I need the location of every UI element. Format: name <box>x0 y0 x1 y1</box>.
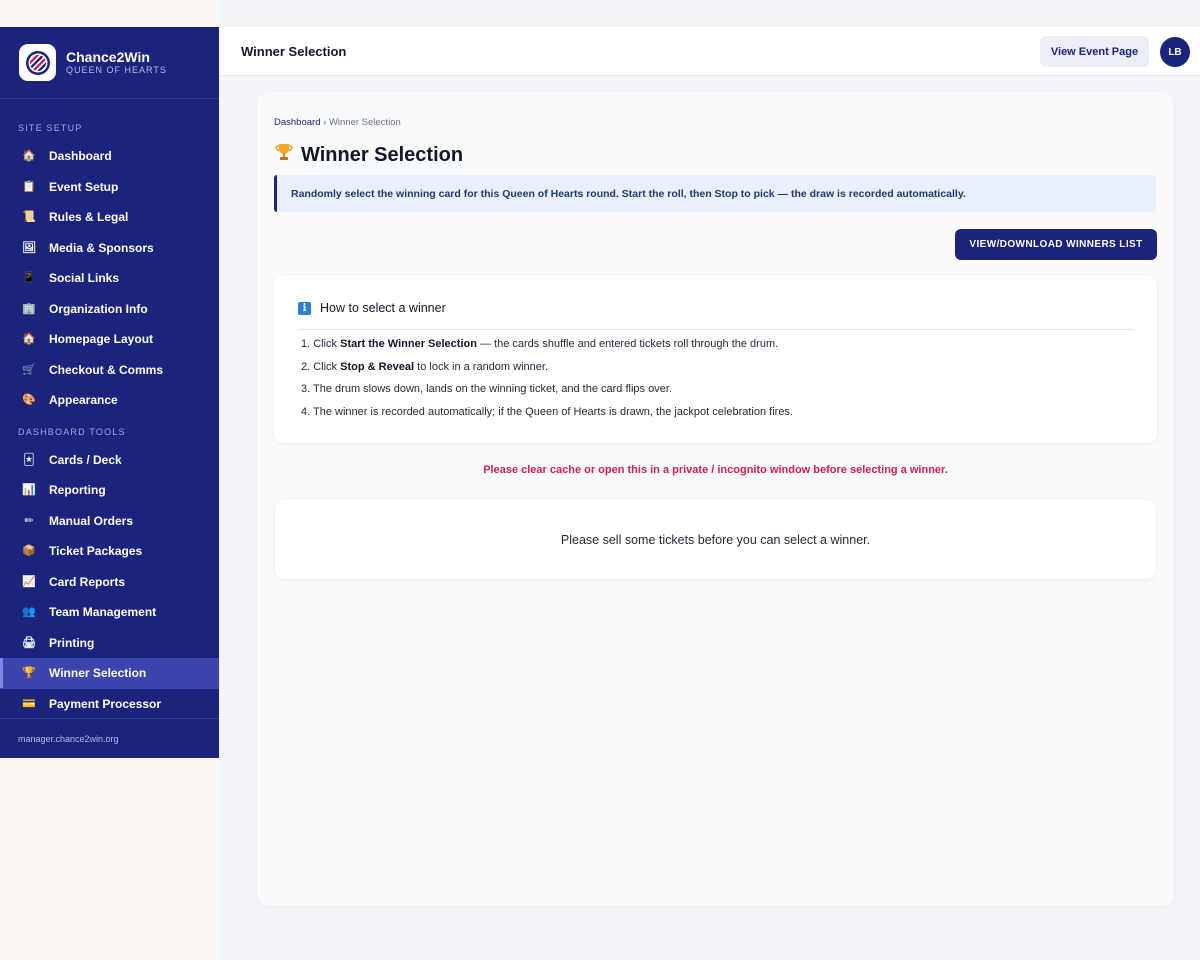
empty-state-card: Please sell some tickets before you can … <box>275 500 1156 579</box>
info-banner: Randomly select the winning card for thi… <box>274 175 1156 212</box>
page-title-text: Winner Selection <box>301 143 464 166</box>
how-to-heading: i How to select a winner <box>298 301 446 315</box>
sidebar-item-label: Event Setup <box>49 179 119 194</box>
sidebar-item-label: Homepage Layout <box>49 332 154 347</box>
trend-chart-icon: 📈 <box>22 575 36 588</box>
sidebar-item-reporting[interactable]: 📊 Reporting <box>0 475 219 506</box>
step-action-label: Stop & Reveal <box>340 360 415 373</box>
sidebar-item-event-setup[interactable]: 📋 Event Setup <box>0 172 219 203</box>
sidebar-item-label: Media & Sponsors <box>49 240 154 255</box>
sidebar-item-printing[interactable]: 🖨 Printing <box>0 628 219 659</box>
sidebar-item-label: Cards / Deck <box>49 452 122 467</box>
bar-chart-icon: 📊 <box>22 484 36 497</box>
sidebar-item-label: Reporting <box>49 483 106 498</box>
section-label-dashboard-tools: DASHBOARD TOOLS <box>18 426 126 437</box>
how-to-heading-text: How to select a winner <box>320 301 446 315</box>
how-to-card: i How to select a winner 1. Click Start … <box>274 275 1157 443</box>
view-event-page-button[interactable]: View Event Page <box>1040 36 1149 67</box>
clipboard-icon: 📋 <box>22 180 36 193</box>
sidebar-item-label: Social Links <box>49 271 120 286</box>
sidebar-footer-domain: manager.chance2win.org <box>0 718 219 758</box>
step-text: to lock in a random winner. <box>414 360 548 373</box>
palette-icon: 🎨 <box>22 394 36 407</box>
site-setup-nav: 🏠 Dashboard 📋 Event Setup 📜 Rules & Legal 🖼 Med… <box>0 141 219 416</box>
sidebar-item-label: Winner Selection <box>49 666 147 681</box>
people-icon: 👥 <box>22 606 36 619</box>
house-icon: 🏠 <box>22 150 36 163</box>
sidebar-item-label: Dashboard <box>49 149 112 164</box>
page-title: Winner Selection <box>274 142 463 168</box>
sidebar-item-social-links[interactable]: 📱 Social Links <box>0 263 219 294</box>
step-action-label: Start the Winner Selection <box>340 338 477 350</box>
sidebar-item-label: Checkout & Comms <box>49 362 164 377</box>
dashboard-tools-nav: 🃏 Cards / Deck 📊 Reporting ✏ Manual Orders 📦 Ti… <box>0 445 219 720</box>
sidebar-item-label: Team Management <box>49 605 157 620</box>
scroll-icon: 📜 <box>22 211 36 224</box>
office-icon: 🏢 <box>22 302 36 315</box>
info-icon: i <box>298 301 311 315</box>
sidebar-item-manual-orders[interactable]: ✏ Manual Orders <box>0 506 219 537</box>
trophy-icon <box>274 142 294 168</box>
brand-name: Chance2Win <box>66 49 150 65</box>
phone-icon: 📱 <box>22 272 36 285</box>
sidebar-item-media-sponsors[interactable]: 🖼 Media & Sponsors <box>0 233 219 264</box>
pen-icon: ✏ <box>24 514 34 527</box>
sidebar-item-organization-info[interactable]: 🏢 Organization Info <box>0 294 219 325</box>
step-text: 3. The drum slows down, lands on the win… <box>301 383 672 395</box>
how-to-steps: 1. Click Start the Winner Selection — th… <box>301 333 793 423</box>
house-icon: 🏠 <box>22 333 36 346</box>
sidebar-item-label: Payment Processor <box>49 696 162 711</box>
breadcrumb: Dashboard › Winner Selection <box>274 117 401 128</box>
brand-subtitle: QUEEN OF HEARTS <box>66 65 167 75</box>
brand[interactable]: Chance2Win QUEEN OF HEARTS <box>0 27 219 99</box>
picture-icon: 🖼 <box>22 241 36 254</box>
sidebar-item-rules-legal[interactable]: 📜 Rules & Legal <box>0 202 219 233</box>
sidebar-item-payment-processor[interactable]: 💳 Payment Processor <box>0 689 219 720</box>
sidebar-item-card-reports[interactable]: 📈 Card Reports <box>0 567 219 598</box>
topbar: Winner Selection View Event Page LB <box>219 27 1200 76</box>
sidebar-item-label: Appearance <box>49 393 118 408</box>
step-text: 2. Click <box>301 360 341 373</box>
step-text: 1. Click <box>301 338 341 350</box>
main-panel: Dashboard › Winner Selection Winner Sele… <box>257 92 1174 906</box>
step-text: 4. The winner is recorded automatically;… <box>301 405 793 418</box>
sidebar-item-cards-deck[interactable]: 🃏 Cards / Deck <box>0 445 219 476</box>
sidebar-item-team-management[interactable]: 👥 Team Management <box>0 597 219 628</box>
sidebar-item-dashboard[interactable]: 🏠 Dashboard <box>0 141 219 172</box>
joker-card-icon: 🃏 <box>23 453 35 466</box>
credit-card-icon: 💳 <box>22 697 36 710</box>
sidebar-item-winner-selection[interactable]: 🏆 Winner Selection <box>0 658 219 689</box>
printer-icon: 🖨 <box>22 636 36 649</box>
avatar[interactable]: LB <box>1160 37 1190 67</box>
topbar-title: Winner Selection <box>241 43 347 59</box>
sidebar-item-label: Rules & Legal <box>49 210 129 225</box>
sidebar-item-ticket-packages[interactable]: 📦 Ticket Packages <box>0 536 219 567</box>
sidebar-item-label: Card Reports <box>49 574 126 589</box>
package-icon: 📦 <box>22 545 36 558</box>
how-to-divider <box>298 329 1134 330</box>
breadcrumb-dashboard-link[interactable]: Dashboard <box>274 117 320 128</box>
sidebar: Chance2Win QUEEN OF HEARTS SITE SETUP 🏠 D… <box>0 27 219 758</box>
trophy-icon: 🏆 <box>22 667 36 680</box>
sidebar-item-checkout-comms[interactable]: 🛒 Checkout & Comms <box>0 355 219 386</box>
sidebar-item-label: Manual Orders <box>49 513 134 528</box>
cart-icon: 🛒 <box>22 363 36 376</box>
cache-warning: Please clear cache or open this in a pri… <box>483 464 948 476</box>
sidebar-item-homepage-layout[interactable]: 🏠 Homepage Layout <box>0 324 219 355</box>
sidebar-item-label: Organization Info <box>49 301 148 316</box>
sidebar-item-label: Printing <box>49 635 95 650</box>
sidebar-item-appearance[interactable]: 🎨 Appearance <box>0 385 219 416</box>
how-to-step: 1. Click Start the Winner Selection — th… <box>301 333 793 356</box>
breadcrumb-separator: › <box>320 117 329 128</box>
how-to-step: 4. The winner is recorded automatically;… <box>301 401 793 424</box>
brand-logo-icon <box>19 44 56 81</box>
empty-state-message: Please sell some tickets before you can … <box>560 532 871 547</box>
section-label-site-setup: SITE SETUP <box>18 123 83 133</box>
how-to-step: 3. The drum slows down, lands on the win… <box>301 378 793 401</box>
view-download-winners-list-button[interactable]: VIEW/DOWNLOAD WINNERS LIST <box>955 229 1157 260</box>
step-text: — the cards shuffle and entered tickets … <box>476 338 779 350</box>
breadcrumb-current: Winner Selection <box>328 117 401 128</box>
how-to-step: 2. Click Stop & Reveal to lock in a rand… <box>301 356 793 379</box>
sidebar-item-label: Ticket Packages <box>49 544 143 559</box>
